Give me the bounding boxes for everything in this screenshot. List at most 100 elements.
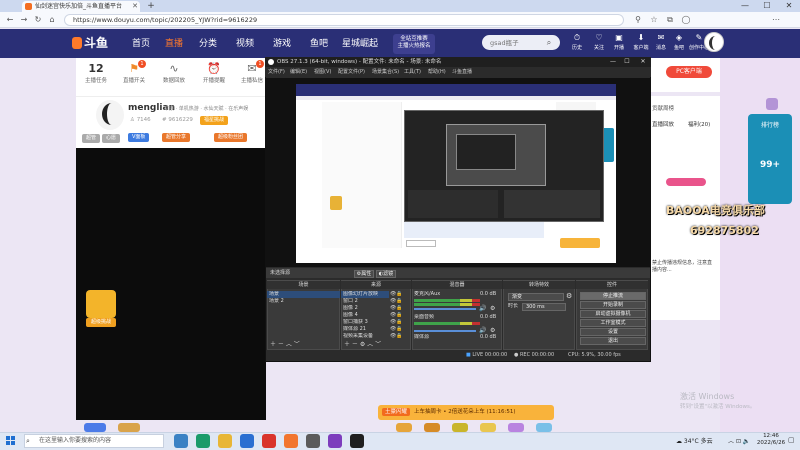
new-tab-button[interactable]: + [146,1,156,11]
anchor-tag[interactable]: 超级粉丝团 [214,133,248,142]
gear-icon[interactable]: ⚙ [566,292,572,300]
gift-item-icon[interactable] [396,423,412,432]
video-player[interactable] [76,148,266,420]
nav-yuba[interactable]: 鱼吧 [310,37,328,51]
window-minimize-button[interactable]: — [734,0,756,12]
nav-video[interactable]: 视频 [236,37,254,51]
tab-close-icon[interactable]: ✕ [130,1,140,11]
obs-menu-edit[interactable]: 编辑(E) [290,67,307,77]
down-icon[interactable]: ﹀ [294,341,300,348]
taskbar-app-icon[interactable] [350,434,364,448]
anchor-tag[interactable]: 超管 [82,134,101,143]
browser-tab[interactable]: 仙剑迷宫快乐加倍_斗鱼直播平台 [22,1,140,12]
history-button[interactable]: ⏱ 历史 [568,32,586,56]
remove-icon[interactable]: － [278,341,286,348]
browser-menu-icon[interactable]: ⋯ [770,13,782,26]
collections-icon[interactable]: ⧉ [664,13,676,26]
remove-icon[interactable]: － [352,341,360,348]
chevron-up-icon[interactable]: ︿ [728,438,734,445]
studio-mode-button[interactable]: 工作室模式 [580,319,646,327]
eye-icon[interactable]: 👁🔒 [390,298,408,305]
volume-slider[interactable] [414,330,476,332]
obs-menu-help[interactable]: 帮助(H) [428,67,446,77]
source-item[interactable]: 窗口捕获 3 [341,319,389,326]
source-item[interactable]: 媒体源 21 [341,326,389,333]
back-arrow-icon[interactable]: ← [4,13,16,26]
source-item[interactable]: 图像 2 [341,305,389,312]
stop-stream-button[interactable]: 停止推流 [580,292,646,300]
taskbar-app-icon[interactable] [284,434,298,448]
obs-menu-file[interactable]: 文件(F) [268,67,285,77]
rank-badge[interactable]: 排行榜 99+ [748,114,792,204]
nav-games[interactable]: 游戏 [273,37,291,51]
taskbar-search-input[interactable]: 在这里输入你要搜索的内容 [24,434,164,448]
side-icon[interactable] [766,98,778,110]
forward-arrow-icon[interactable]: → [18,13,30,26]
gift-item-icon[interactable] [508,423,524,432]
add-icon[interactable]: ＋ [270,341,278,348]
eye-icon[interactable]: 👁🔒 [390,333,408,340]
tray-icons[interactable]: ︿ ⊡ 🔈 [728,436,750,445]
home-icon[interactable]: ⌂ [46,13,58,26]
event-banner[interactable]: 土豪闪耀 上车抽周卡 • 2倍送花朵上车 (11:16:51) [378,405,554,420]
super-challenge-gift[interactable]: 超级挑战 [86,290,116,328]
up-icon[interactable]: ︿ [286,341,294,348]
taskbar-app-icon[interactable] [240,434,254,448]
exit-button[interactable]: 退出 [580,337,646,345]
refresh-icon[interactable]: ↻ [32,13,44,26]
go-live-button[interactable]: ▣ 开播 [610,32,628,56]
gift-item-icon[interactable] [536,423,552,432]
gift-item-icon[interactable] [452,423,468,432]
source-item[interactable]: 图像幻灯片放映 [341,291,389,298]
anchor-tag[interactable]: 心愿 [102,134,121,143]
obs-menu-tools[interactable]: 工具(T) [404,67,421,77]
taskbar-app-icon[interactable] [262,434,276,448]
taskbar-app-icon[interactable] [328,434,342,448]
nav-home[interactable]: 首页 [132,37,150,51]
gift-item-icon[interactable] [424,423,440,432]
eye-icon[interactable]: 👁🔒 [390,291,408,298]
nav-live[interactable]: 直播 [165,37,183,51]
search-icon[interactable]: ⌕ [542,36,556,49]
window-close-button[interactable]: ✕ [778,0,800,12]
weather-widget[interactable]: ☁ 34°C 多云 [676,436,713,445]
client-download-button[interactable]: ⬇ 客户端 [630,32,652,56]
follow-button[interactable]: ♡ 关注 [590,32,608,56]
gift-item-icon[interactable] [84,423,106,432]
volume-slider[interactable] [414,308,476,310]
scene-item[interactable]: 场景 [267,291,340,298]
url-field[interactable]: https://www.douyu.com/topic/202205_YJW?r… [64,14,624,26]
obs-close-button[interactable]: ✕ [636,57,650,67]
anchor-avatar[interactable] [96,100,124,130]
down-icon[interactable]: ﹀ [375,341,381,348]
anchor-tag[interactable]: V面板 [128,133,150,142]
source-item[interactable]: 图像 4 [341,312,389,319]
eye-icon[interactable]: 👁🔒 [390,305,408,312]
window-maximize-button[interactable]: ☐ [756,0,778,12]
network-icon[interactable]: ⊡ [736,438,741,445]
anchor-dm-button[interactable]: 1 ✉ 主播私信 [238,60,266,92]
live-reminder-button[interactable]: ⏰ 开播提醒 [200,62,228,92]
windows-start-icon[interactable] [6,436,16,446]
settings-button[interactable]: 设置 [580,328,646,336]
replay-tab[interactable]: 直播回放 [652,120,674,128]
header-promo-badge[interactable]: 全站互推赛 主播火热报名 [393,34,435,54]
gear-icon[interactable]: ⚙ [490,305,495,312]
profile-icon[interactable]: ◯ [680,13,692,26]
volume-icon[interactable]: 🔈 [743,438,750,445]
anchor-task-button[interactable]: 12 主播任务 [82,62,110,92]
taskbar-app-icon[interactable] [174,434,188,448]
taskbar-app-icon[interactable] [218,434,232,448]
obs-properties-button[interactable]: ⚙属性 [354,270,374,278]
gift-item-icon[interactable] [480,423,496,432]
welfare-tab[interactable]: 福利(20) [688,120,710,128]
start-recording-button[interactable]: 开始录制 [580,301,646,309]
obs-maximize-button[interactable]: ☐ [620,57,634,67]
anchor-tag[interactable]: 福星挑战 [200,116,229,125]
yuba-button[interactable]: ◈ 鱼吧 [670,32,688,56]
eye-icon[interactable]: 👁🔒 [390,312,408,319]
obs-menu-profile[interactable]: 配置文件(P) [338,67,365,77]
duration-input[interactable]: 300 ms [522,303,566,311]
anchor-tag[interactable]: 超管分享 [162,133,191,142]
nav-event[interactable]: 星城崛起 [342,37,378,51]
